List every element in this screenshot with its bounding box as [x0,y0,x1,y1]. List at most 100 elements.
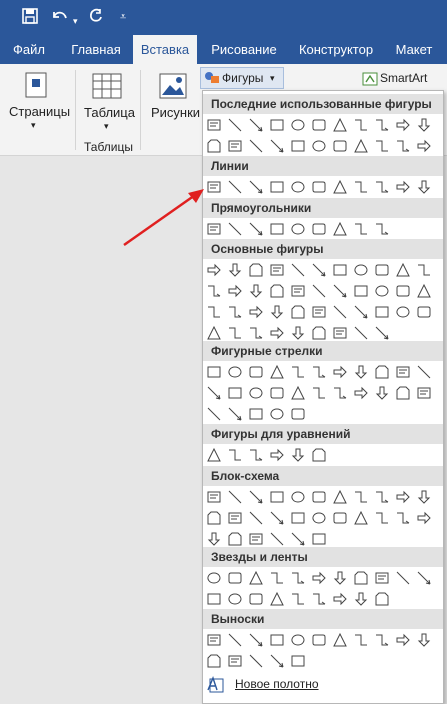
shape-icon[interactable] [290,510,306,526]
shape-icon[interactable] [311,591,327,607]
shape-icon[interactable] [206,591,222,607]
shape-icon[interactable] [332,117,348,133]
redo-icon[interactable] [88,8,104,29]
shape-icon[interactable] [290,179,306,195]
shape-icon[interactable] [248,447,264,463]
shape-icon[interactable] [206,325,222,341]
shape-icon[interactable] [248,262,264,278]
shape-icon[interactable] [269,117,285,133]
shape-icon[interactable] [227,385,243,401]
shape-icon[interactable] [416,117,432,133]
shape-icon[interactable] [353,304,369,320]
shape-icon[interactable] [206,447,222,463]
shape-icon[interactable] [311,221,327,237]
shape-icon[interactable] [206,570,222,586]
shape-icon[interactable] [248,489,264,505]
shape-icon[interactable] [269,364,285,380]
shape-icon[interactable] [227,325,243,341]
shape-icon[interactable] [416,283,432,299]
smartart-button[interactable]: SmartArt [380,71,427,85]
shape-icon[interactable] [206,653,222,669]
shape-icon[interactable] [227,221,243,237]
shape-icon[interactable] [395,138,411,154]
shape-icon[interactable] [290,591,306,607]
shape-icon[interactable] [332,262,348,278]
shape-icon[interactable] [395,510,411,526]
shape-icon[interactable] [248,653,264,669]
shape-icon[interactable] [248,570,264,586]
table-icon[interactable] [92,73,122,104]
shape-icon[interactable] [248,138,264,154]
shape-icon[interactable] [374,283,390,299]
shape-icon[interactable] [353,591,369,607]
shape-icon[interactable] [248,406,264,422]
shape-icon[interactable] [332,570,348,586]
shape-icon[interactable] [248,510,264,526]
shape-icon[interactable] [353,489,369,505]
shape-icon[interactable] [248,325,264,341]
shape-icon[interactable] [206,138,222,154]
shape-icon[interactable] [353,179,369,195]
shape-icon[interactable] [332,510,348,526]
shape-icon[interactable] [290,117,306,133]
shape-icon[interactable] [227,570,243,586]
shape-icon[interactable] [374,591,390,607]
shape-icon[interactable] [311,632,327,648]
shape-icon[interactable] [353,364,369,380]
save-icon[interactable] [22,8,38,29]
smartart-icon[interactable] [362,72,378,91]
shape-icon[interactable] [395,262,411,278]
shape-icon[interactable] [395,304,411,320]
shape-icon[interactable] [206,632,222,648]
shape-icon[interactable] [353,385,369,401]
shape-icon[interactable] [227,406,243,422]
shape-icon[interactable] [290,489,306,505]
shape-icon[interactable] [206,531,222,547]
shape-icon[interactable] [227,262,243,278]
shape-icon[interactable] [227,304,243,320]
shape-icon[interactable] [395,117,411,133]
shape-icon[interactable] [206,406,222,422]
shape-icon[interactable] [374,179,390,195]
pictures-button[interactable]: Рисунки [151,105,200,120]
shape-icon[interactable] [395,489,411,505]
shape-icon[interactable] [227,283,243,299]
shape-icon[interactable] [206,489,222,505]
shape-icon[interactable] [248,531,264,547]
shape-icon[interactable] [332,364,348,380]
shape-icon[interactable] [395,385,411,401]
shape-icon[interactable] [416,364,432,380]
shape-icon[interactable] [269,325,285,341]
shape-icon[interactable] [206,283,222,299]
shape-icon[interactable] [332,283,348,299]
shape-icon[interactable] [290,531,306,547]
shape-icon[interactable] [206,262,222,278]
tab-insert[interactable]: Вставка [133,35,197,64]
shape-icon[interactable] [311,364,327,380]
shape-icon[interactable] [374,262,390,278]
pages-icon[interactable] [24,71,48,104]
shape-icon[interactable] [332,138,348,154]
shape-icon[interactable] [395,570,411,586]
shape-icon[interactable] [416,489,432,505]
table-button[interactable]: Таблица [84,105,135,120]
shape-icon[interactable] [416,385,432,401]
shape-icon[interactable] [311,385,327,401]
shape-icon[interactable] [248,221,264,237]
shape-icon[interactable] [227,653,243,669]
shape-icon[interactable] [227,489,243,505]
shape-icon[interactable] [269,447,285,463]
shape-icon[interactable] [269,304,285,320]
shape-icon[interactable] [416,262,432,278]
shape-icon[interactable] [248,179,264,195]
shape-icon[interactable] [290,570,306,586]
shape-icon[interactable] [374,570,390,586]
shape-icon[interactable] [290,262,306,278]
shape-icon[interactable] [290,653,306,669]
shape-icon[interactable] [353,138,369,154]
customize-toolbar-icon[interactable]: ⩡ [120,8,126,26]
undo-icon[interactable] [50,8,70,29]
shape-icon[interactable] [269,570,285,586]
pages-button[interactable]: Страницы [9,104,70,119]
shape-icon[interactable] [206,117,222,133]
